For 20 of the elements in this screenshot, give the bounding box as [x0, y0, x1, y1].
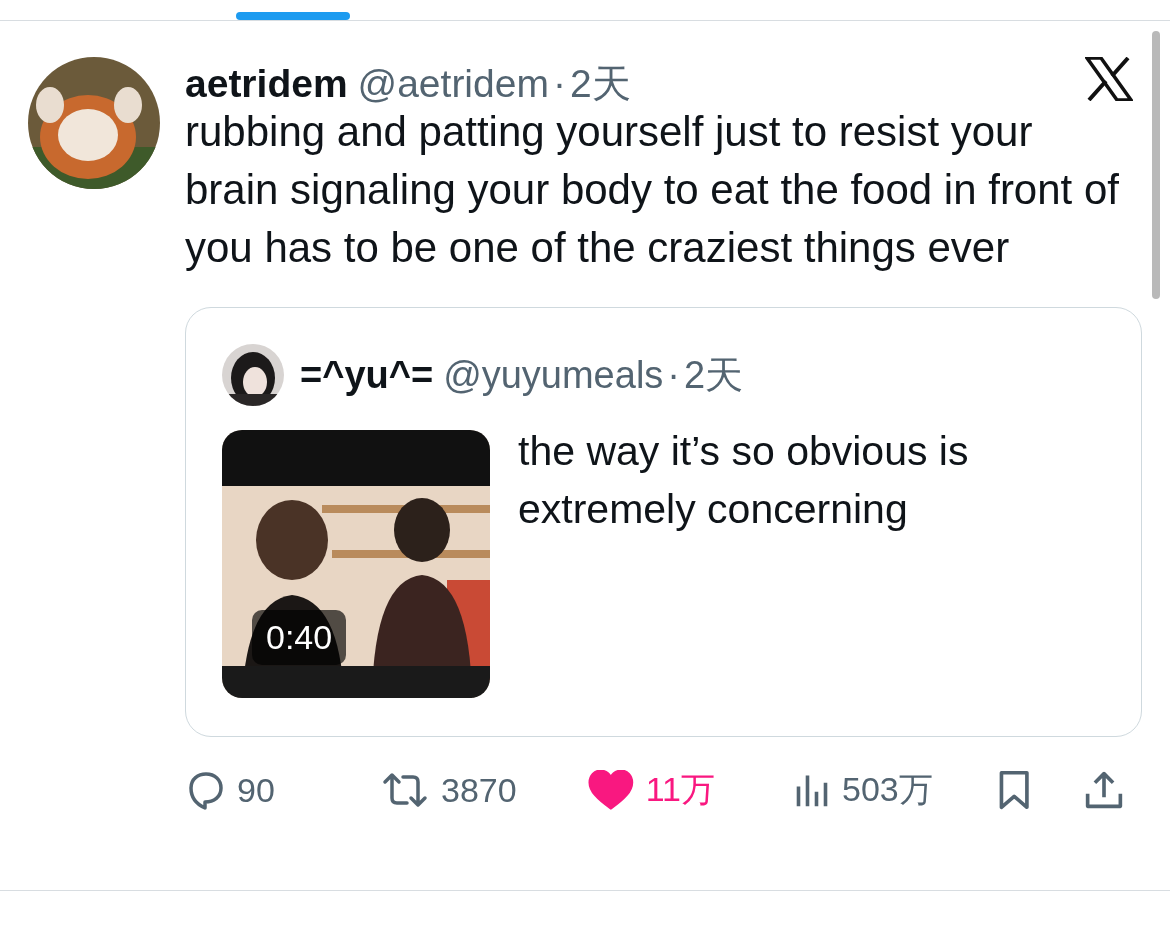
heart-icon [588, 770, 634, 810]
video-duration: 0:40 [252, 610, 347, 665]
quoted-post-card[interactable]: =^yu^= @yuyumeals·2天 0:40 the way it’s so obvious is extremely concerning [185, 307, 1142, 737]
separator-dot: · [667, 353, 680, 397]
repost-button[interactable]: 3870 [381, 770, 588, 810]
scrollbar[interactable] [1152, 31, 1160, 299]
author-handle[interactable]: @aetridem [357, 62, 549, 106]
like-button[interactable]: 11万 [588, 767, 794, 813]
repost-arrows-icon [381, 770, 429, 810]
separator-dot: · [552, 62, 566, 106]
author-name[interactable]: aetridem [185, 62, 348, 106]
views-button[interactable]: 503万 [794, 767, 996, 813]
reply-button[interactable]: 90 [185, 770, 381, 810]
quoted-post-text: the way it’s so obvious is extremely concerning [518, 427, 970, 534]
x-logo-icon [1085, 57, 1133, 101]
quoted-author-handle[interactable]: @yuyumeals [443, 353, 664, 397]
share-button[interactable] [1084, 770, 1124, 810]
quoted-author-name[interactable]: =^yu^= [300, 353, 434, 397]
share-icon [1084, 770, 1124, 810]
post-time[interactable]: 2天 [684, 349, 744, 401]
